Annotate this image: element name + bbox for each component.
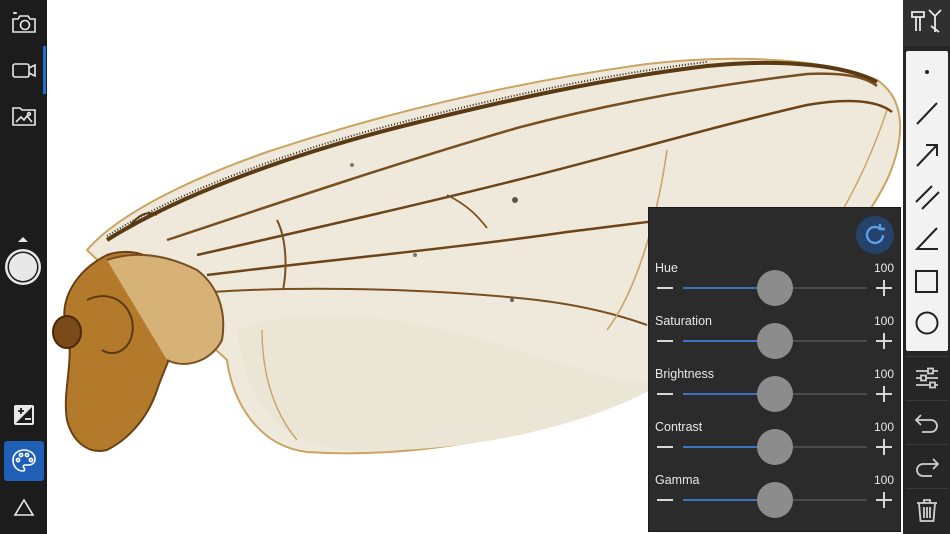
curve-icon: [912, 344, 942, 351]
angle-tool[interactable]: [906, 219, 948, 259]
right-toolbar: [903, 0, 950, 534]
exposure-button[interactable]: [4, 395, 44, 435]
contrast-increase-button[interactable]: [874, 437, 894, 457]
arrow-icon: [916, 144, 938, 167]
plus-icon: [876, 492, 892, 508]
video-button[interactable]: [4, 50, 44, 90]
gamma-label: Gamma: [655, 473, 700, 487]
plus-icon: [876, 280, 892, 296]
line-tool[interactable]: [906, 93, 948, 133]
measure-tools-icon: [911, 9, 942, 33]
reset-button[interactable]: [856, 216, 894, 254]
capture-button[interactable]: [3, 234, 45, 290]
redo-icon: [916, 458, 940, 477]
brightness-value: 100: [873, 367, 894, 381]
point-tool[interactable]: [906, 51, 948, 91]
shutter-button-icon: [5, 237, 41, 285]
plus-icon: [876, 333, 892, 349]
toolbar-divider: [906, 356, 948, 357]
toolbar-divider: [906, 444, 948, 445]
slider-row-hue: Hue 100: [649, 261, 902, 314]
slider-row-gamma: Gamma 100: [649, 473, 902, 526]
rectangle-icon: [915, 270, 938, 293]
saturation-label: Saturation: [655, 314, 712, 328]
line-icon: [916, 102, 938, 125]
undo-icon: [914, 414, 938, 433]
slider-row-brightness: Brightness 100: [649, 367, 902, 420]
saturation-slider[interactable]: [683, 323, 867, 359]
minus-icon: [657, 499, 673, 501]
saturation-decrease-button[interactable]: [655, 331, 675, 351]
angle-icon: [914, 227, 938, 250]
circle-tool[interactable]: [906, 303, 948, 343]
arrow-tool[interactable]: [906, 135, 948, 175]
hue-slider-thumb[interactable]: [757, 270, 793, 306]
saturation-value: 100: [873, 314, 894, 328]
color-adjust-button[interactable]: [4, 441, 44, 481]
slider-row-saturation: Saturation 100: [649, 314, 902, 367]
brightness-decrease-button[interactable]: [655, 384, 675, 404]
contrast-value: 100: [873, 420, 894, 434]
video-camera-icon: [12, 63, 36, 78]
triangle-icon: [13, 498, 35, 516]
reset-icon: [865, 224, 885, 245]
settings-sliders-icon: [916, 367, 938, 389]
image-gallery-icon: [12, 107, 36, 126]
redo-button[interactable]: [906, 446, 948, 486]
point-icon: [925, 70, 929, 74]
brightness-slider[interactable]: [683, 376, 867, 412]
toolbar-divider: [906, 488, 948, 489]
rectangle-tool[interactable]: [906, 261, 948, 301]
camera-snapshot-icon: [12, 12, 36, 33]
gallery-button[interactable]: [4, 96, 44, 136]
brightness-increase-button[interactable]: [874, 384, 894, 404]
contrast-slider-thumb[interactable]: [757, 429, 793, 465]
brightness-label: Brightness: [655, 367, 715, 381]
plus-icon: [876, 386, 892, 402]
tool-settings-button[interactable]: [906, 358, 948, 398]
hue-slider[interactable]: [683, 270, 867, 306]
slider-row-contrast: Contrast 100: [649, 420, 902, 473]
gamma-increase-button[interactable]: [874, 490, 894, 510]
circle-icon: [915, 311, 939, 335]
curve-tool[interactable]: [906, 339, 948, 351]
parallel-lines-tool[interactable]: [906, 177, 948, 217]
brightness-slider-thumb[interactable]: [757, 376, 793, 412]
gamma-value: 100: [873, 473, 894, 487]
shape-tool-panel: [906, 51, 948, 351]
plus-icon: [876, 439, 892, 455]
gamma-decrease-button[interactable]: [655, 490, 675, 510]
delete-button[interactable]: [906, 490, 948, 530]
contrast-decrease-button[interactable]: [655, 437, 675, 457]
hue-label: Hue: [655, 261, 678, 275]
minus-icon: [657, 287, 673, 289]
color-palette-icon: [12, 449, 36, 472]
hue-value: 100: [873, 261, 894, 275]
undo-button[interactable]: [906, 402, 948, 442]
toolbar-divider: [906, 400, 948, 401]
gamma-slider-thumb[interactable]: [757, 482, 793, 518]
left-toolbar: [0, 0, 47, 534]
triangle-button[interactable]: [4, 488, 44, 528]
exposure-icon: [14, 405, 34, 425]
saturation-slider-thumb[interactable]: [757, 323, 793, 359]
measure-tools-button[interactable]: [903, 0, 950, 46]
parallel-lines-icon: [915, 185, 940, 210]
trash-icon: [917, 499, 937, 522]
minus-icon: [657, 446, 673, 448]
minus-icon: [657, 340, 673, 342]
snapshot-button[interactable]: [4, 3, 44, 43]
contrast-slider[interactable]: [683, 429, 867, 465]
hue-increase-button[interactable]: [874, 278, 894, 298]
gamma-slider[interactable]: [683, 482, 867, 518]
contrast-label: Contrast: [655, 420, 703, 434]
saturation-increase-button[interactable]: [874, 331, 894, 351]
color-adjust-panel: Hue 100 Saturation 100 Brightness 100 Contrast…: [648, 207, 901, 532]
hue-decrease-button[interactable]: [655, 278, 675, 298]
minus-icon: [657, 393, 673, 395]
